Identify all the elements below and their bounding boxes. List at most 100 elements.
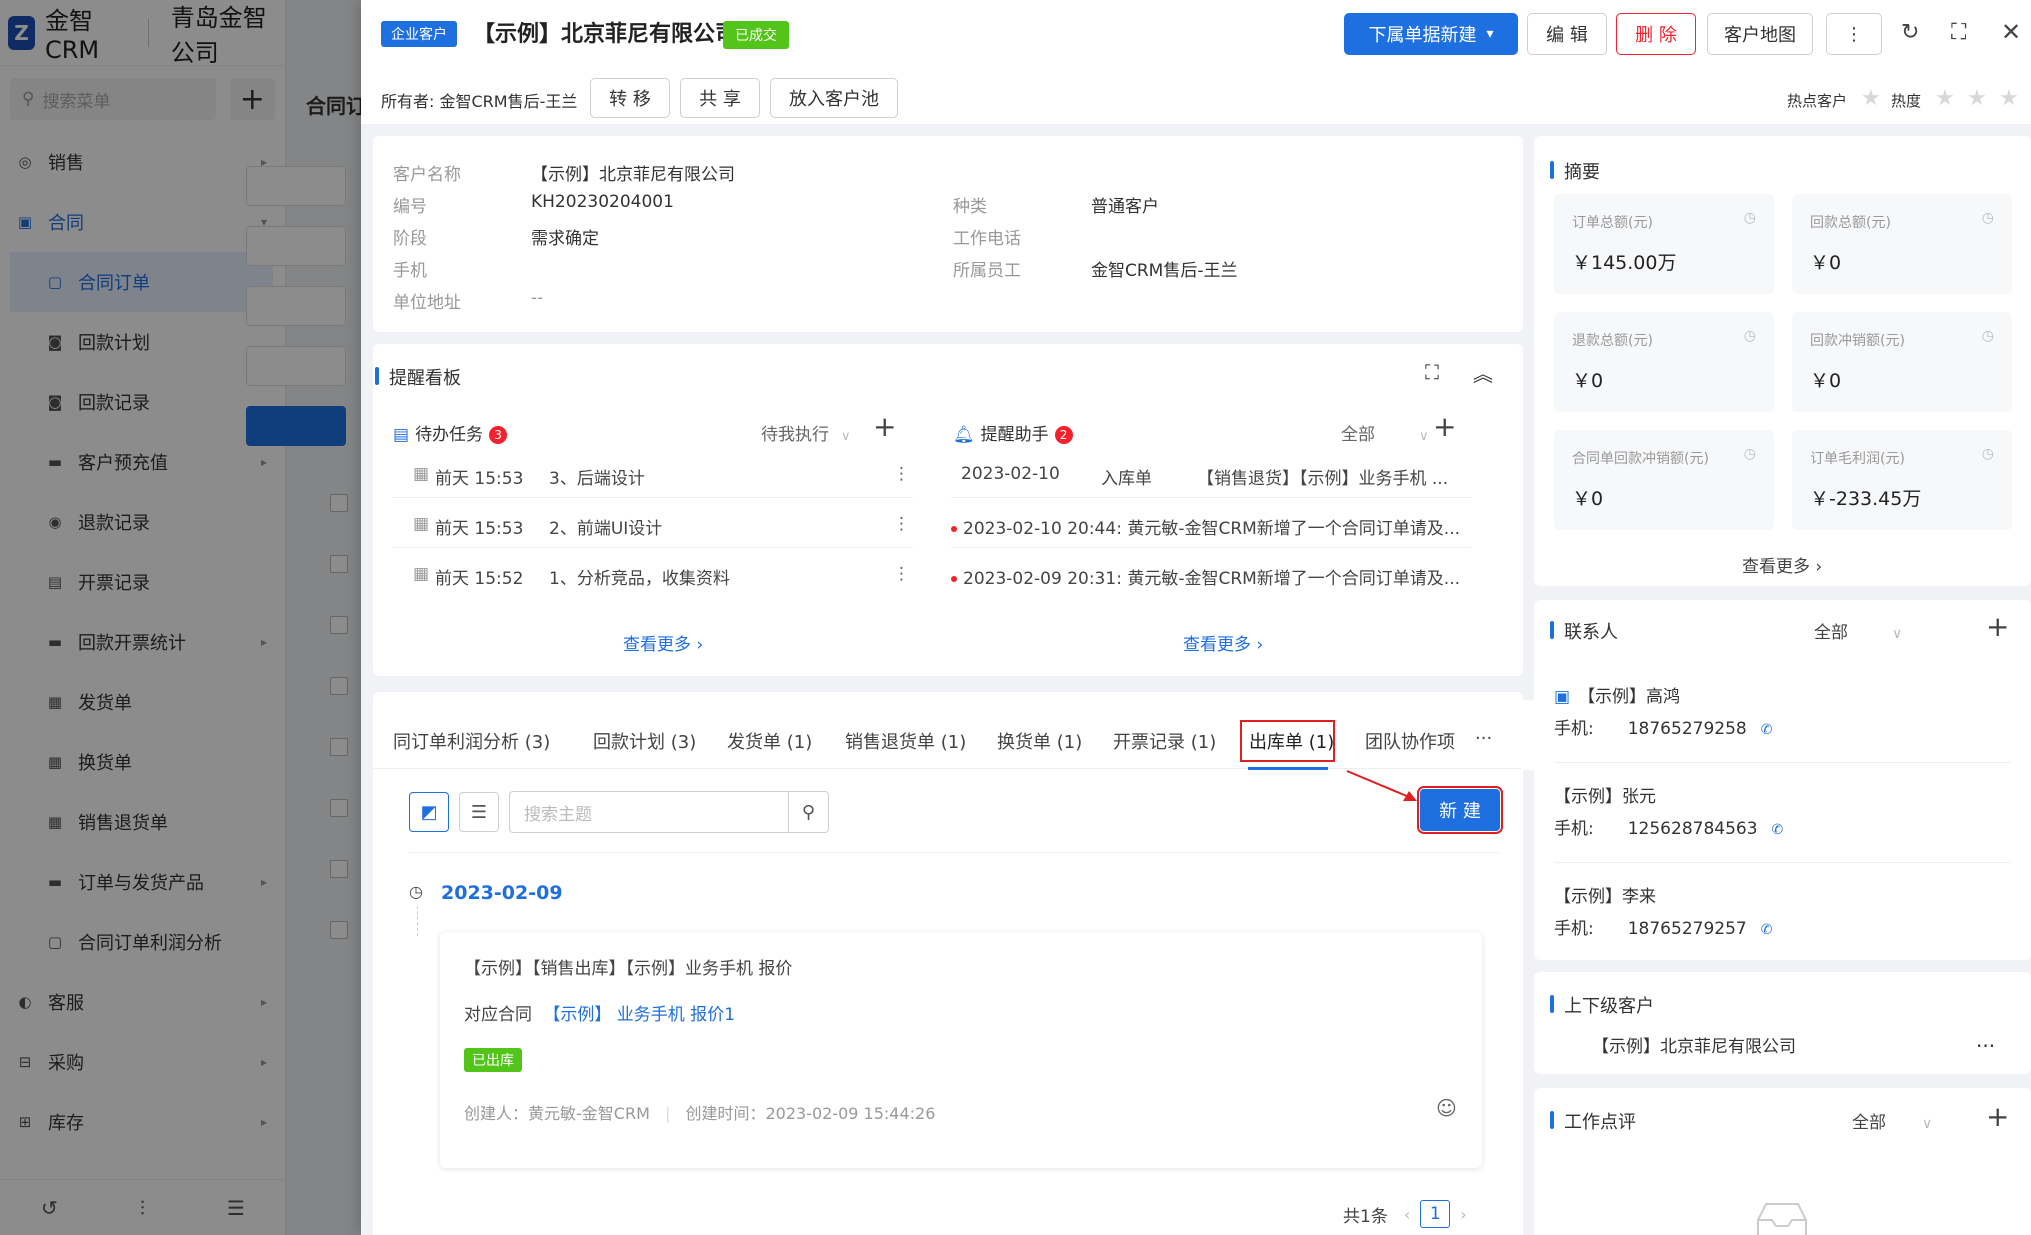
contact-name-row[interactable]: 【示例】李来	[1554, 882, 1656, 907]
contact-name-row[interactable]: ▣ 【示例】高鸿	[1554, 682, 1680, 707]
share-button[interactable]: 共 享	[680, 78, 760, 118]
tab-item[interactable]: 开票记录 (1)	[1113, 728, 1216, 754]
heat-star-icon[interactable]: ★	[1935, 86, 1955, 111]
chevron-down-icon: ∨	[1419, 429, 1429, 444]
row-more-icon[interactable]: ⋮	[893, 514, 910, 534]
assistant-filter-select[interactable]: 全部 ∨	[1341, 420, 1429, 445]
summary-stat: 回款总额(元) ◷ ￥0	[1792, 194, 2012, 294]
customer-info-card: 客户名称 【示例】北京菲尼有限公司 编号 KH20230204001 阶段 需求…	[373, 136, 1523, 332]
heat-star-icon[interactable]: ★	[1967, 86, 1987, 111]
todo-time: 前天 15:53	[435, 469, 524, 489]
todo-row[interactable]: ▦ 前天 15:53 2、前端UI设计 ⋮	[393, 500, 913, 548]
summary-stat: 订单毛利润(元) ◷ ￥-233.45万	[1792, 430, 2012, 530]
add-contact-icon[interactable]: +	[1986, 610, 2009, 643]
chevron-down-icon: ∨	[841, 429, 851, 444]
phone-icon[interactable]: ✆	[1761, 722, 1773, 738]
contacts-title: 联系人	[1550, 618, 1618, 644]
add-todo-icon[interactable]: +	[873, 410, 896, 443]
hot-customer-label: 热点客户	[1787, 92, 1848, 110]
phone-icon[interactable]: ✆	[1772, 822, 1784, 838]
tab-item[interactable]: 换货单 (1)	[997, 728, 1082, 754]
contact-name-row[interactable]: 【示例】张元	[1554, 782, 1656, 807]
reminder-type: 入库单	[1101, 469, 1152, 489]
todo-time: 前天 15:52	[435, 569, 524, 589]
list-view-button[interactable]: ☰	[459, 792, 499, 832]
tab-item[interactable]: 团队协作项	[1365, 728, 1455, 754]
row-more-icon[interactable]: ⋮	[893, 464, 910, 484]
contacts-filter-select[interactable]: 全部 ∨	[1814, 618, 1902, 643]
phone-label: 手机:	[1554, 919, 1594, 939]
hot-customer-star-icon[interactable]: ★	[1861, 86, 1881, 111]
reminder-text: 【销售退货】【示例】业务手机 ...	[1197, 469, 1449, 489]
customer-map-button[interactable]: 客户地图	[1707, 13, 1813, 55]
clock-icon: ◷	[1981, 210, 1994, 226]
tabs-overflow-icon[interactable]: ···	[1475, 728, 1492, 749]
stat-value: ￥0	[1572, 370, 1604, 392]
hierarchy-more-icon[interactable]: ...	[1976, 1028, 1995, 1052]
contacts-filter-value: 全部	[1814, 623, 1848, 643]
reminder-text: 2023-02-10 20:44: 黄元敏-金智CRM新增了一个合同订单请及..…	[951, 514, 1460, 539]
unread-dot	[951, 526, 957, 532]
tab-item[interactable]: 回款计划 (3)	[593, 728, 696, 754]
assistant-more-link[interactable]: 查看更多 ›	[1183, 630, 1263, 655]
assistant-filter-value: 全部	[1341, 425, 1375, 445]
add-review-icon[interactable]: +	[1986, 1100, 2009, 1133]
summary-more-label: 查看更多	[1742, 557, 1810, 577]
reminder-row[interactable]: 2023-02-10 入库单 【销售退货】【示例】业务手机 ...	[951, 450, 1471, 498]
todo-header: ▤ 待办任务 3	[393, 420, 508, 445]
page-number-button[interactable]: 1	[1420, 1200, 1451, 1228]
category-value: 普通客户	[1091, 197, 1159, 217]
reminder-row[interactable]: 2023-02-10 20:44: 黄元敏-金智CRM新增了一个合同订单请及..…	[951, 500, 1471, 548]
empty-inbox-icon	[1757, 1203, 1807, 1235]
record-created-at: 创建时间：2023-02-09 15:44:26	[685, 1104, 936, 1123]
close-icon[interactable]: ✕	[2001, 18, 2021, 46]
add-reminder-icon[interactable]: +	[1433, 410, 1456, 443]
mobile-label: 手机	[393, 261, 427, 281]
heat-star-icon[interactable]: ★	[1999, 86, 2019, 111]
new-outbound-button[interactable]: 新 建	[1417, 786, 1503, 834]
code-label: 编号	[393, 197, 427, 217]
todo-row[interactable]: ▦ 前天 15:52 1、分析竞品，收集资料 ⋮	[393, 550, 913, 598]
review-filter-select[interactable]: 全部 ∨	[1852, 1108, 1932, 1133]
hierarchy-customer[interactable]: 【示例】北京菲尼有限公司	[1592, 1032, 1796, 1057]
tab-item[interactable]: 同订单利润分析 (3)	[393, 728, 550, 754]
transfer-button[interactable]: 转 移	[590, 78, 670, 118]
refresh-icon[interactable]: ↻	[1901, 20, 1919, 45]
code-value: KH20230204001	[531, 192, 674, 212]
row-more-icon[interactable]: ⋮	[893, 564, 910, 584]
collapse-up-icon[interactable]: ︽	[1473, 358, 1493, 387]
prev-page-icon[interactable]: ‹	[1404, 1205, 1410, 1224]
todo-filter-select[interactable]: 待我执行 ∨	[761, 420, 851, 445]
list-view-icon: ☰	[470, 801, 488, 823]
new-sub-document-label: 下属单据新建	[1368, 25, 1477, 46]
heat-label: 热度	[1891, 92, 1922, 110]
tab-item[interactable]: 发货单 (1)	[727, 728, 812, 754]
phone-icon[interactable]: ✆	[1761, 922, 1773, 938]
more-actions-button[interactable]: ⋮	[1826, 13, 1882, 55]
summary-more-link[interactable]: 查看更多 ›	[1742, 552, 1822, 577]
new-sub-document-button[interactable]: 下属单据新建 ▾	[1344, 13, 1518, 55]
contract-link[interactable]: 【示例】 业务手机 报价1	[543, 1005, 735, 1025]
fullscreen-icon[interactable]: ⛶	[1951, 20, 1966, 45]
move-to-pool-button[interactable]: 放入客户池	[770, 78, 898, 118]
search-icon[interactable]: ⚲	[788, 792, 828, 832]
edit-button[interactable]: 编 辑	[1527, 13, 1607, 55]
todo-text: 3、后端设计	[549, 469, 645, 489]
clock-icon: ◷	[409, 882, 423, 901]
outbound-record-card[interactable]: 【示例】【销售出库】【示例】业务手机 报价 对应合同 【示例】 业务手机 报价1…	[440, 932, 1482, 1168]
next-page-icon[interactable]: ›	[1460, 1205, 1466, 1224]
todo-row[interactable]: ▦ 前天 15:53 3、后端设计 ⋮	[393, 450, 913, 498]
reminder-row[interactable]: 2023-02-09 20:31: 黄元敏-金智CRM新增了一个合同订单请及..…	[951, 550, 1471, 598]
subject-search-input[interactable]: 搜索主题 ⚲	[509, 791, 829, 833]
contact-phone: 18765279257	[1627, 919, 1747, 939]
stat-label: 回款总额(元)	[1810, 215, 1891, 231]
summary-stat: 退款总额(元) ◷ ￥0	[1554, 312, 1774, 412]
tab-item[interactable]: 销售退货单 (1)	[845, 728, 966, 754]
timeline-view-button[interactable]: ◩	[409, 792, 449, 832]
contact-name: 【示例】张元	[1554, 787, 1656, 807]
delete-button[interactable]: 删 除	[1616, 13, 1696, 55]
expand-icon[interactable]: ⛶	[1425, 360, 1439, 384]
chevron-down-icon: ∨	[1892, 626, 1903, 642]
comment-icon[interactable]: ☺	[1436, 1096, 1457, 1120]
todo-more-link[interactable]: 查看更多 ›	[623, 630, 703, 655]
